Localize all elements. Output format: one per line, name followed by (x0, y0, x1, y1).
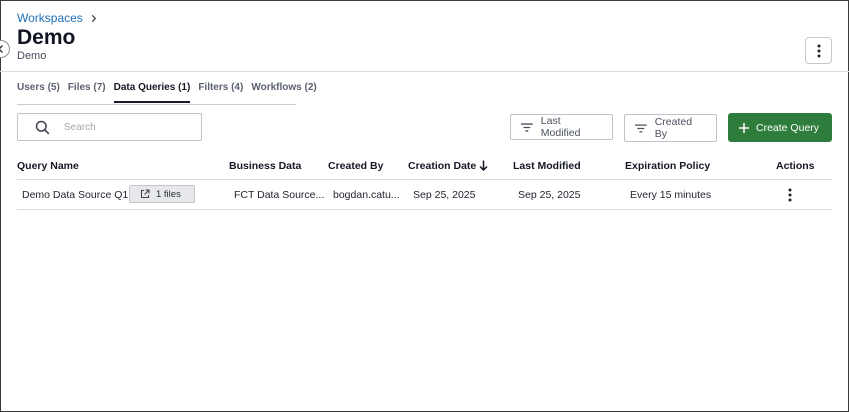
kebab-menu-icon (817, 44, 820, 57)
column-header-created-by[interactable]: Created By (328, 160, 383, 172)
last-modified-filter-button[interactable]: Last Modified (510, 114, 613, 140)
app-frame (0, 0, 849, 412)
filter-lines-icon (521, 122, 533, 132)
chevron-left-icon (0, 45, 3, 53)
column-header-creation-date[interactable]: Creation Date (408, 160, 488, 172)
cell-last-modified: Sep 25, 2025 (518, 189, 581, 201)
column-header-creation-date-label: Creation Date (408, 160, 477, 172)
last-modified-filter-label: Last Modified (540, 115, 581, 139)
tab-filters[interactable]: Filters (4) (198, 82, 243, 103)
plus-icon (739, 122, 749, 133)
tab-data-queries[interactable]: Data Queries (1) (113, 82, 191, 103)
breadcrumb-workspaces-link[interactable]: Workspaces (17, 11, 83, 25)
chevron-right-icon (91, 14, 97, 22)
create-query-button[interactable]: Create Query (728, 113, 832, 142)
search-icon (35, 120, 50, 135)
column-header-actions: Actions (776, 160, 815, 172)
external-link-icon (140, 189, 150, 199)
breadcrumb: Workspaces (17, 11, 98, 25)
files-badge-label: 1 files (156, 188, 181, 200)
column-header-last-modified[interactable]: Last Modified (513, 160, 581, 172)
header-divider (0, 71, 849, 72)
page-subtitle: Demo (17, 50, 47, 62)
page-more-options-button[interactable] (805, 37, 832, 64)
page-title: Demo (17, 26, 76, 49)
column-header-query-name[interactable]: Query Name (17, 160, 79, 172)
cell-expiration-policy: Every 15 minutes (630, 189, 712, 201)
created-by-filter-button[interactable]: Created By (624, 114, 717, 142)
cell-query-name[interactable]: Demo Data Source Q1 (22, 189, 128, 201)
tabs-underline (17, 104, 296, 105)
sort-down-arrow-icon (479, 160, 488, 172)
row-actions-button[interactable] (786, 187, 794, 203)
create-query-label: Create Query (756, 121, 820, 134)
files-badge-button[interactable]: 1 files (129, 185, 195, 203)
search-box[interactable] (17, 113, 202, 141)
cell-creation-date: Sep 25, 2025 (413, 189, 476, 201)
cell-business-data: FCT Data Source... (234, 189, 325, 201)
created-by-filter-label: Created By (654, 116, 693, 140)
cell-created-by: bogdan.catu... (333, 189, 400, 201)
tab-bar: Users (5) Files (7) Data Queries (1) Fil… (17, 82, 317, 103)
column-header-expiration-policy[interactable]: Expiration Policy (625, 160, 710, 172)
tab-workflows[interactable]: Workflows (2) (251, 82, 316, 103)
search-input[interactable] (64, 119, 194, 135)
column-header-business-data[interactable]: Business Data (229, 160, 301, 172)
tab-users[interactable]: Users (5) (17, 82, 60, 103)
tab-files[interactable]: Files (7) (68, 82, 106, 103)
table-header-divider (17, 179, 832, 180)
filter-lines-icon (635, 123, 647, 133)
table-row-divider (17, 209, 832, 210)
kebab-menu-icon (788, 188, 792, 202)
